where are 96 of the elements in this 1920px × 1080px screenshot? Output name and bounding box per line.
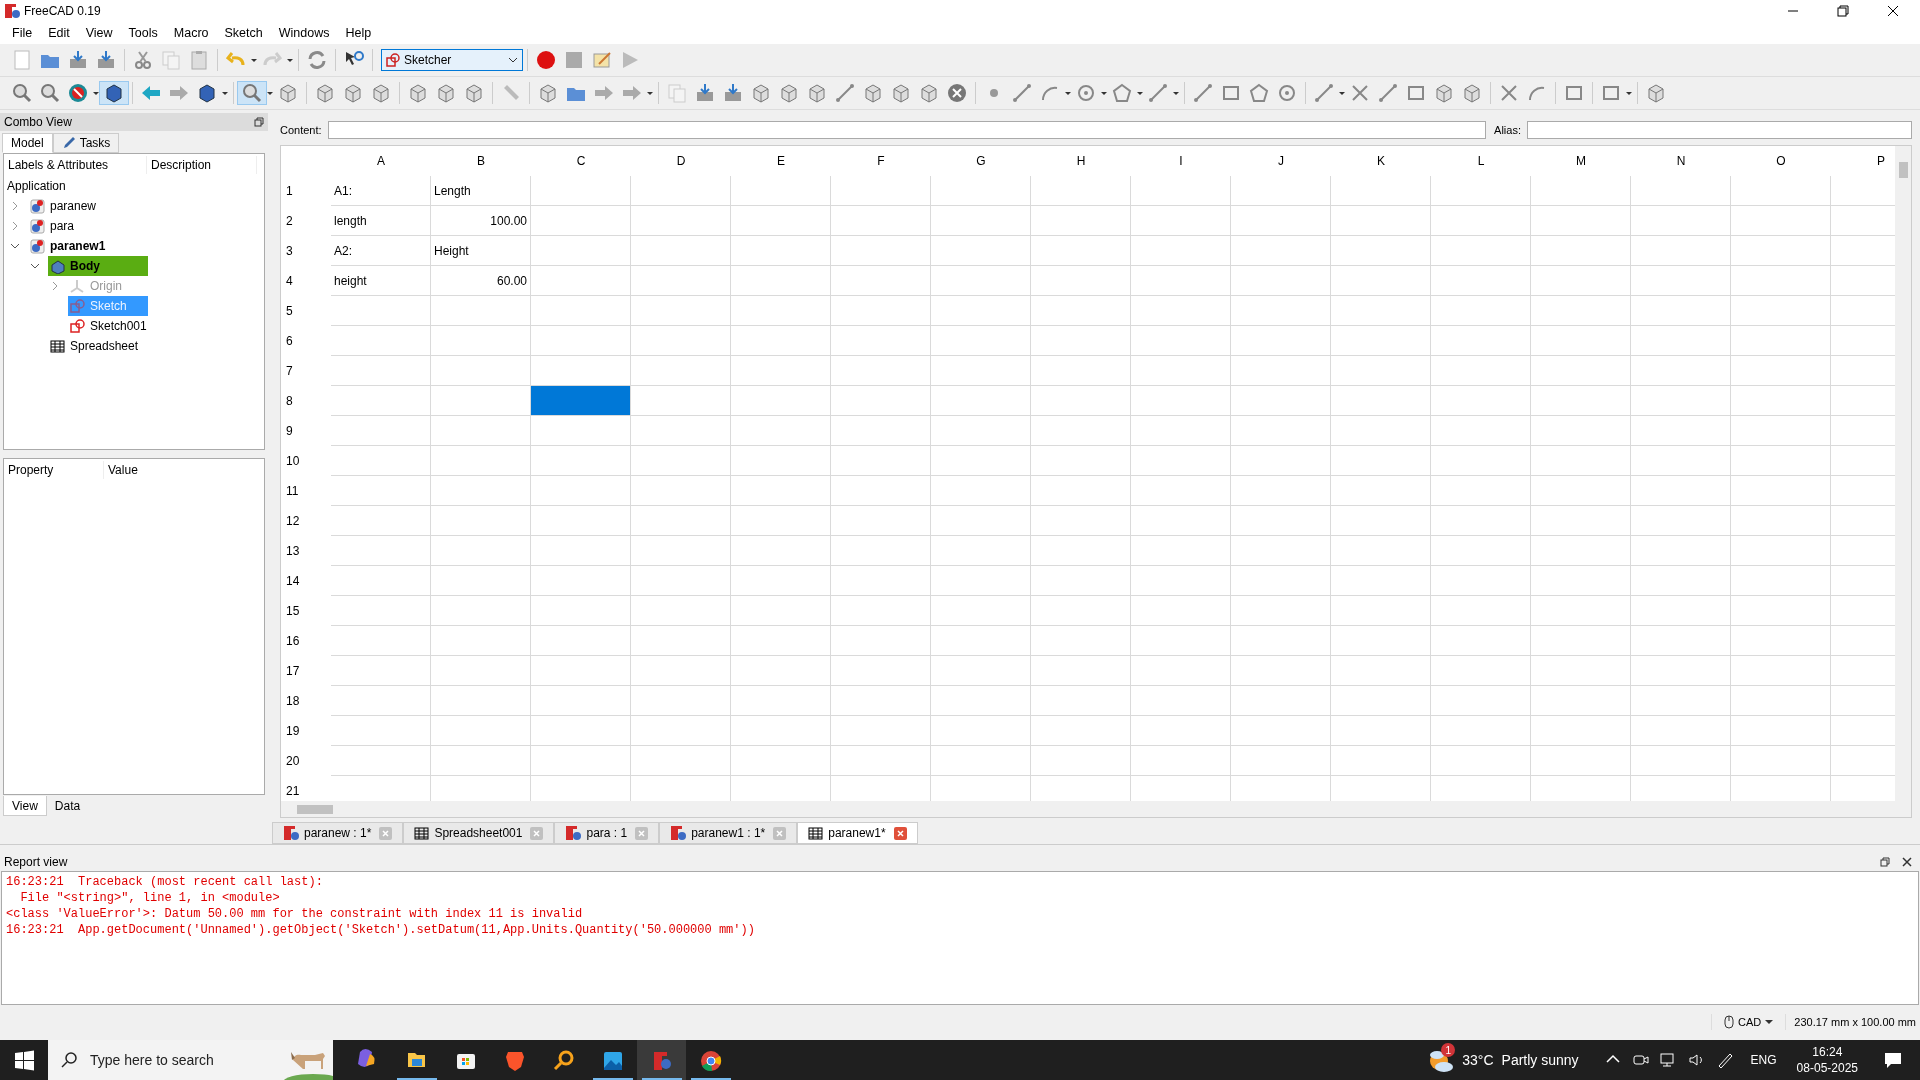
table-cell: 100.00	[431, 206, 531, 236]
dimension-readout: 230.17 mm x 100.00 mm	[1785, 1013, 1916, 1031]
menu-item[interactable]: View	[77, 23, 121, 43]
table-cell: length	[331, 206, 431, 236]
row-header: 5	[285, 303, 294, 320]
menu-item[interactable]: Macro	[165, 23, 217, 43]
column-header: H	[1075, 153, 1087, 170]
row-header: 2	[285, 213, 294, 230]
row-header: 8	[285, 393, 294, 410]
row-header: 21	[285, 783, 301, 800]
clock-time[interactable]: 16:24	[1812, 1044, 1843, 1060]
tab-label: Spreadsheet001	[434, 825, 523, 842]
menu-item[interactable]: Sketch	[216, 23, 271, 43]
column-header: I	[1178, 153, 1184, 170]
row-header: 7	[285, 363, 294, 380]
row-header: 15	[285, 603, 301, 620]
table-cell: height	[331, 266, 431, 296]
row-header: 11	[285, 483, 300, 500]
row-header: 13	[285, 543, 301, 560]
column-header: L	[1476, 153, 1486, 170]
log-line: 16:23:21 Traceback (most recent call last):	[6, 874, 324, 890]
tab-label: paranew : 1*	[304, 825, 372, 842]
column-header: G	[975, 153, 987, 170]
row-header: 18	[285, 693, 301, 710]
field-label: Content:	[280, 122, 322, 138]
panel-tab[interactable]: Tasks	[52, 133, 120, 153]
row-header: 9	[285, 423, 294, 440]
log-line: 16:23:21 App.getDocument('Unnamed').getObject('Sketch').setDatum(11,App.Units.Quantity('50.000000 mm'))	[6, 922, 756, 938]
language-indicator[interactable]: ENG	[1750, 1051, 1777, 1069]
window-title: FreeCAD 0.19	[24, 3, 101, 20]
tab-label: paranew1*	[828, 825, 886, 842]
row-header: 16	[285, 633, 301, 650]
column-header: Property	[4, 461, 104, 479]
row-header: 4	[285, 273, 294, 290]
row-header: 19	[285, 723, 301, 740]
column-header: F	[876, 153, 886, 170]
search-input[interactable]: Type here to search	[90, 1040, 271, 1080]
table-cell: 60.00	[431, 266, 531, 296]
tree-item[interactable]: paranew1	[28, 236, 110, 256]
table-cell: Height	[431, 236, 531, 266]
document-tab[interactable]: paranew : 1*	[272, 822, 404, 844]
column-header: Value	[107, 462, 139, 479]
tree-item[interactable]: Sketch001	[68, 316, 151, 336]
column-header: A	[376, 153, 386, 170]
column-header: P	[1876, 153, 1886, 170]
tree-root-label: Application	[6, 178, 67, 195]
column-header: E	[776, 153, 786, 170]
panel-title: Combo View	[4, 114, 73, 131]
clock-date[interactable]: 08-05-2025	[1796, 1060, 1858, 1076]
row-header: 14	[285, 573, 301, 590]
tab-label: paranew1 : 1*	[691, 825, 766, 842]
column-header: C	[575, 153, 587, 170]
menu-item[interactable]: Tools	[120, 23, 166, 43]
column-header: M	[1575, 153, 1587, 170]
search-field[interactable]: Type here to search	[48, 1040, 333, 1080]
log-line: File "<string>", line 1, in <module>	[19, 890, 281, 906]
column-header: N	[1675, 153, 1687, 170]
dropdown-value: Sketcher	[404, 52, 453, 69]
document-tab[interactable]: Spreadsheet001	[403, 822, 555, 844]
notification-badge: 1	[1441, 1043, 1456, 1057]
column-header: O	[1775, 153, 1787, 170]
tree-item[interactable]: paranew	[28, 196, 101, 216]
row-header: 17	[285, 663, 301, 680]
document-tab[interactable]: paranew1*	[797, 822, 918, 844]
column-header: Description	[147, 156, 257, 174]
panel-tab[interactable]: Model	[2, 133, 53, 153]
navigation-style-button[interactable]: CAD	[1711, 1013, 1774, 1031]
document-tab[interactable]: para : 1	[554, 822, 660, 844]
tree-item[interactable]: Spreadsheet	[48, 336, 143, 356]
panel-tab[interactable]: View	[3, 796, 47, 816]
table-cell: A2:	[331, 236, 431, 266]
tab-label: para : 1	[586, 825, 628, 842]
row-header: 20	[285, 753, 301, 770]
document-tab[interactable]: paranew1 : 1*	[659, 822, 798, 844]
panel-title: Report view	[4, 854, 69, 871]
workbench-dropdown[interactable]: Sketcher	[381, 49, 523, 71]
log-line: <class 'ValueError'>: Datum 50.00 mm for the constraint with index 11 is invalid	[6, 906, 584, 922]
column-header: Labels & Attributes	[4, 156, 147, 174]
row-header: 1	[285, 183, 294, 200]
table-cell: Length	[431, 176, 531, 206]
column-header: B	[476, 153, 486, 170]
menu-item[interactable]: Windows	[270, 23, 338, 43]
row-header: 6	[285, 333, 294, 350]
field-label: Alias:	[1494, 122, 1521, 138]
row-header: 12	[285, 513, 301, 530]
column-header: J	[1277, 153, 1285, 170]
row-header: 3	[285, 243, 294, 260]
tree-item[interactable]: para	[28, 216, 79, 236]
column-header: D	[675, 153, 687, 170]
column-header: K	[1376, 153, 1386, 170]
table-cell: A1:	[331, 176, 431, 206]
row-header: 10	[285, 453, 301, 470]
menu-item[interactable]: Help	[337, 23, 380, 43]
menu-item[interactable]: File	[4, 23, 41, 43]
tree-item[interactable]: Body	[48, 256, 148, 276]
menu-item[interactable]: Edit	[40, 23, 78, 43]
